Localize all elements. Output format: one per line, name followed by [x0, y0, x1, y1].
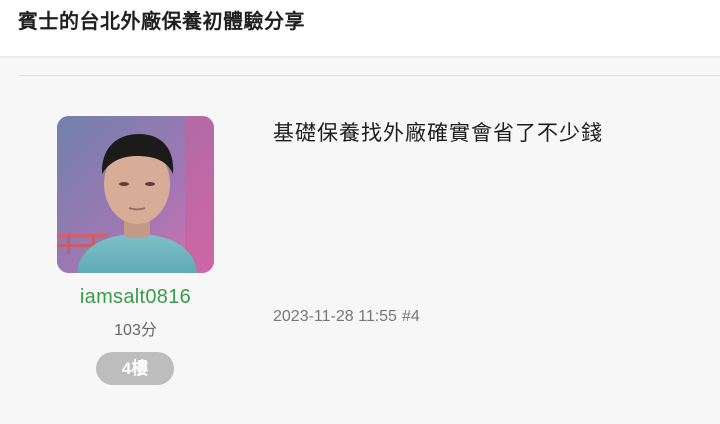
user-score: 103分 [114, 322, 157, 339]
post-content: 基礎保養找外廠確實會省了不少錢 [273, 122, 603, 145]
post-number-link[interactable]: #4 [402, 308, 420, 325]
header-bar: 賓士的台北外廠保養初體驗分享 [0, 0, 720, 56]
page-title: 賓士的台北外廠保養初體驗分享 [18, 11, 305, 33]
post-timestamp: 2023-11-28 11:55 [273, 308, 397, 325]
floor-badge: 4樓 [96, 352, 174, 385]
user-avatar[interactable] [57, 116, 214, 273]
username-link[interactable]: iamsalt0816 [57, 286, 214, 309]
reply-post: iamsalt0816 103分 4樓 基礎保養找外廠確實會省了不少錢 2023… [0, 76, 720, 424]
post-meta: 2023-11-28 11:55 #4 [273, 308, 425, 326]
avatar-photo-icon [57, 116, 214, 273]
